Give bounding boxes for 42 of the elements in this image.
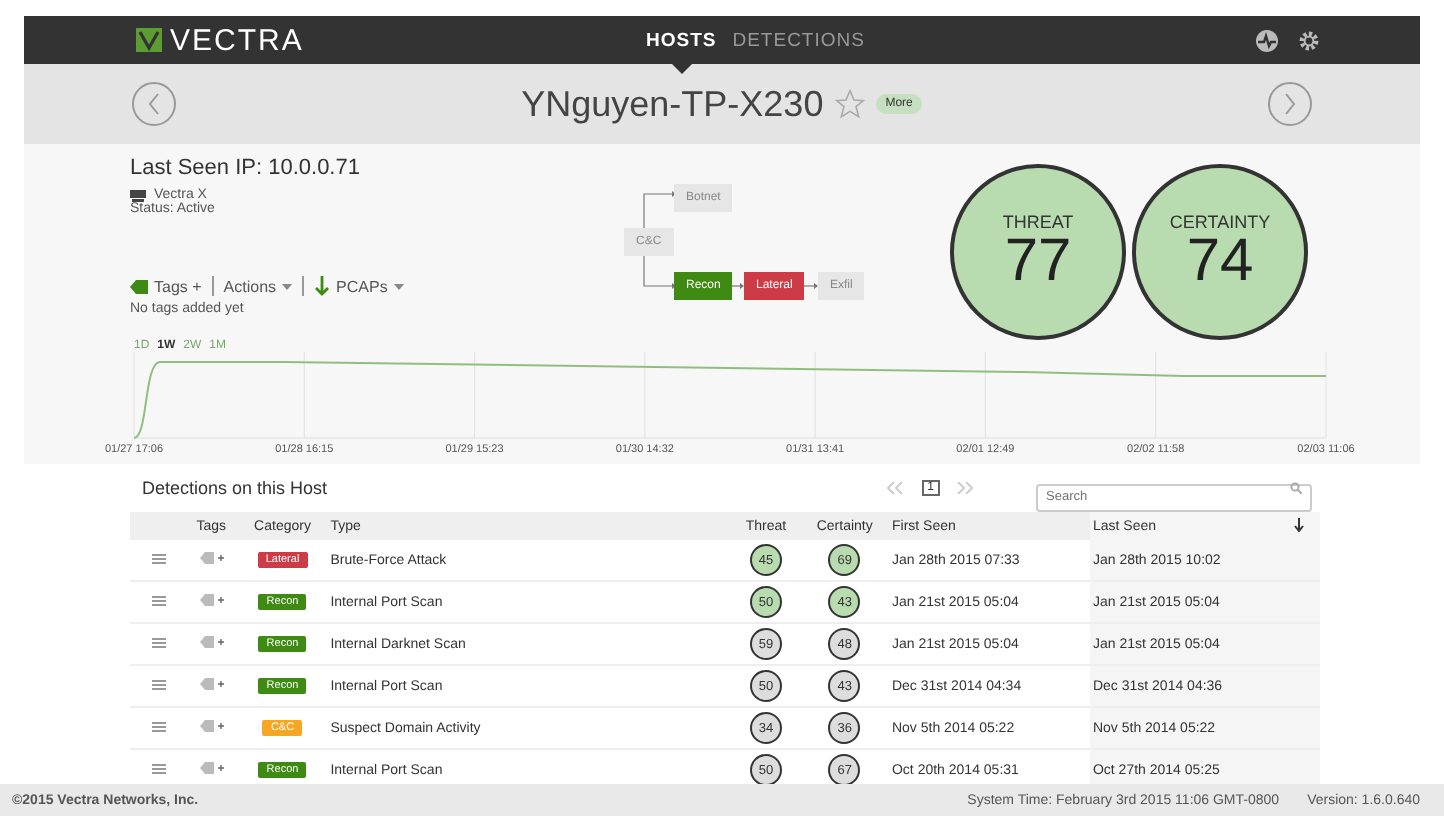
- menu-icon[interactable]: [151, 553, 165, 563]
- nav-tab[interactable]: DETECTIONS: [732, 29, 865, 51]
- score-label: THREAT: [1002, 212, 1074, 232]
- add-tag-icon[interactable]: [199, 636, 224, 648]
- star-icon[interactable]: [833, 88, 866, 120]
- caret-icon: [282, 283, 293, 289]
- score-value: 77: [1004, 232, 1072, 292]
- last-seen-ip: Last Seen IP: 10.0.0.71: [130, 156, 362, 180]
- logo-mark-icon: [136, 28, 162, 52]
- score-value: 74: [1186, 232, 1254, 292]
- score-label: CERTAINTY: [1169, 212, 1271, 232]
- chevron-right-icon: [1282, 92, 1298, 116]
- vectra-logo[interactable]: VECTRA: [136, 23, 646, 57]
- add-tag-icon[interactable]: [199, 594, 224, 606]
- menu-icon[interactable]: [151, 679, 165, 689]
- device-icon: [130, 189, 146, 201]
- menu-icon[interactable]: [151, 721, 165, 731]
- previous-button[interactable]: [132, 82, 176, 126]
- actions-menu[interactable]: Actions: [223, 277, 293, 295]
- add-tag-icon[interactable]: [199, 762, 224, 774]
- brand-name: VECTRA: [170, 23, 304, 57]
- connector-arrow: [643, 255, 676, 289]
- activity-icon[interactable]: [1256, 29, 1278, 51]
- next-button[interactable]: [1268, 82, 1312, 126]
- search-icon: [1290, 482, 1302, 494]
- sort-arrow-icon[interactable]: [1294, 517, 1304, 531]
- host-name: YNguyen-TP-X230: [521, 83, 824, 125]
- menu-icon[interactable]: [151, 595, 165, 605]
- settings-icon[interactable]: [1298, 29, 1320, 51]
- download-arrow-icon: [314, 276, 331, 296]
- pcaps-menu[interactable]: PCAPs: [314, 276, 404, 296]
- connector-arrow: [643, 191, 676, 229]
- menu-icon[interactable]: [151, 763, 165, 773]
- add-tag-icon[interactable]: [199, 720, 224, 732]
- chevron-left-icon: [146, 92, 162, 116]
- section-title: Detections on this Host: [140, 478, 330, 498]
- tags-menu[interactable]: Tags +: [130, 277, 202, 295]
- add-tag-icon[interactable]: [199, 552, 224, 564]
- menu-icon[interactable]: [151, 637, 165, 647]
- caret-icon: [393, 283, 404, 289]
- add-tag-icon[interactable]: [199, 678, 224, 690]
- tag-icon: [130, 279, 148, 293]
